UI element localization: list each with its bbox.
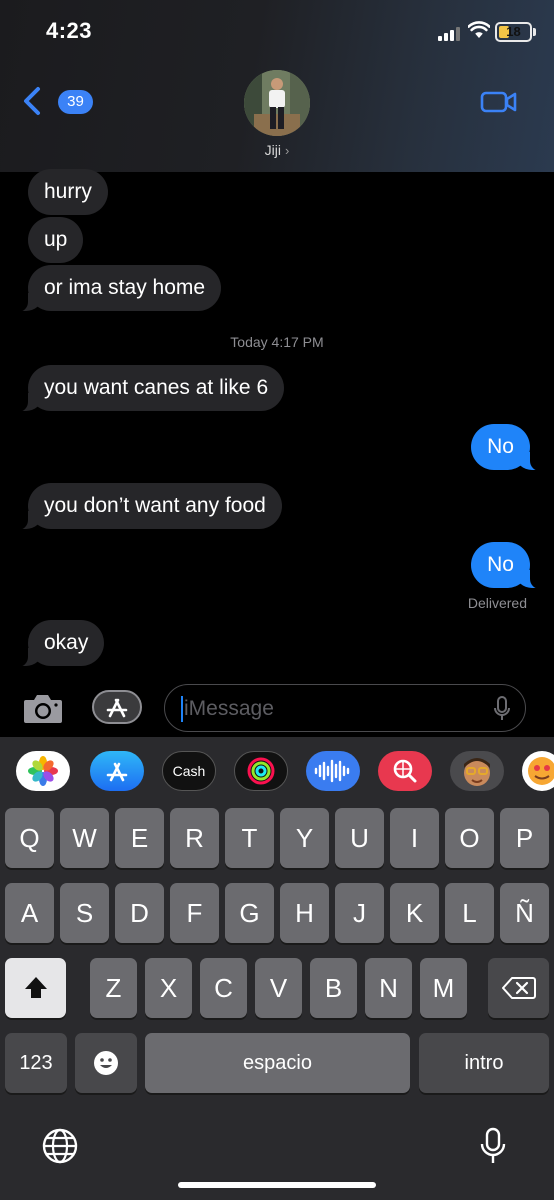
unread-count-badge: 39 bbox=[58, 90, 93, 114]
emoji-stickers-icon[interactable] bbox=[522, 751, 554, 791]
audio-message-icon[interactable] bbox=[306, 751, 360, 791]
imessage-input[interactable]: iMessage bbox=[164, 684, 526, 732]
key-a[interactable]: A bbox=[5, 883, 54, 943]
numbers-key[interactable]: 123 bbox=[5, 1033, 67, 1093]
app-store-icon[interactable] bbox=[90, 751, 144, 791]
key-q[interactable]: Q bbox=[5, 808, 54, 868]
key-v[interactable]: V bbox=[255, 958, 302, 1018]
key-n[interactable]: N bbox=[365, 958, 412, 1018]
message-text: hurry bbox=[44, 180, 92, 203]
message-text: you want canes at like 6 bbox=[44, 376, 269, 399]
shift-key[interactable] bbox=[5, 958, 66, 1018]
dictation-mic-icon[interactable] bbox=[493, 696, 511, 722]
message-bubble-incoming[interactable]: okay bbox=[13, 620, 105, 667]
backspace-icon bbox=[501, 977, 536, 999]
key-s[interactable]: S bbox=[60, 883, 109, 943]
photos-flower-icon bbox=[28, 756, 58, 786]
activity-rings-icon bbox=[247, 757, 275, 785]
delivered-status: Delivered bbox=[467, 595, 527, 611]
message-bubble-incoming[interactable]: or ima stay home bbox=[13, 265, 222, 312]
memoji-icon[interactable] bbox=[450, 751, 504, 791]
delete-key[interactable] bbox=[488, 958, 549, 1018]
keyboard: Cash Q W E R T Y U I O P A S D F G H J K… bbox=[0, 737, 554, 1200]
key-j[interactable]: J bbox=[335, 883, 384, 943]
message-text: okay bbox=[44, 631, 89, 654]
activity-icon[interactable] bbox=[234, 751, 288, 791]
message-text: you don’t want any food bbox=[44, 494, 266, 517]
memoji-face-icon bbox=[464, 758, 490, 786]
message-text: No bbox=[487, 553, 514, 576]
key-h[interactable]: H bbox=[280, 883, 329, 943]
cellular-signal-icon bbox=[438, 25, 462, 41]
key-u[interactable]: U bbox=[335, 808, 384, 868]
key-i[interactable]: I bbox=[390, 808, 439, 868]
back-button[interactable]: 39 bbox=[18, 84, 93, 120]
wifi-icon bbox=[468, 21, 490, 38]
emoji-face-icon bbox=[528, 757, 554, 785]
globe-search-icon bbox=[393, 759, 417, 783]
app-store-a-glyph bbox=[106, 762, 128, 782]
key-c[interactable]: C bbox=[200, 958, 247, 1018]
return-key[interactable]: intro bbox=[419, 1033, 549, 1093]
key-n-tilde[interactable]: Ñ bbox=[500, 883, 549, 943]
smiley-icon bbox=[94, 1051, 118, 1075]
contact-name-row[interactable]: Jiji › bbox=[0, 142, 554, 158]
key-m[interactable]: M bbox=[420, 958, 467, 1018]
contact-name: Jiji bbox=[264, 142, 281, 158]
key-x[interactable]: X bbox=[145, 958, 192, 1018]
battery-indicator: 18 bbox=[495, 22, 532, 42]
message-text: No bbox=[487, 435, 514, 458]
camera-icon[interactable] bbox=[22, 690, 64, 726]
message-bubble-incoming[interactable]: hurry bbox=[28, 169, 108, 215]
search-images-icon[interactable] bbox=[378, 751, 432, 791]
key-t[interactable]: T bbox=[225, 808, 274, 868]
message-bubble-outgoing[interactable]: No bbox=[471, 424, 544, 471]
dictation-mic-icon[interactable] bbox=[480, 1127, 506, 1165]
message-bubble-incoming[interactable]: you don’t want any food bbox=[14, 483, 282, 530]
message-bubble-outgoing[interactable]: No bbox=[471, 542, 544, 589]
facetime-video-icon[interactable] bbox=[480, 88, 518, 116]
input-placeholder: iMessage bbox=[184, 697, 274, 720]
conversation-header: 4:23 18 39 Jiji › bbox=[0, 0, 554, 172]
chevron-left-icon bbox=[24, 87, 40, 115]
contact-photo bbox=[244, 70, 310, 136]
contact-avatar[interactable] bbox=[244, 70, 310, 136]
message-text: up bbox=[44, 228, 68, 251]
status-time: 4:23 bbox=[46, 18, 93, 43]
key-w[interactable]: W bbox=[60, 808, 109, 868]
key-g[interactable]: G bbox=[225, 883, 274, 943]
key-e[interactable]: E bbox=[115, 808, 164, 868]
message-bubble-incoming[interactable]: up bbox=[28, 217, 84, 263]
chevron-right-icon: › bbox=[285, 143, 290, 158]
waveform-icon bbox=[314, 759, 350, 783]
key-o[interactable]: O bbox=[445, 808, 494, 868]
key-d[interactable]: D bbox=[115, 883, 164, 943]
key-y[interactable]: Y bbox=[280, 808, 329, 868]
key-r[interactable]: R bbox=[170, 808, 219, 868]
message-text: or ima stay home bbox=[44, 276, 206, 299]
photos-app-icon[interactable] bbox=[16, 751, 70, 791]
key-p[interactable]: P bbox=[500, 808, 549, 868]
key-b[interactable]: B bbox=[310, 958, 357, 1018]
key-k[interactable]: K bbox=[390, 883, 439, 943]
text-cursor bbox=[181, 696, 183, 722]
key-z[interactable]: Z bbox=[90, 958, 137, 1018]
app-store-a-icon bbox=[106, 698, 128, 718]
app-store-button[interactable] bbox=[92, 690, 142, 724]
message-timestamp: Today 4:17 PM bbox=[230, 334, 324, 350]
space-key[interactable]: espacio bbox=[145, 1033, 410, 1093]
home-indicator[interactable] bbox=[178, 1182, 376, 1188]
key-f[interactable]: F bbox=[170, 883, 219, 943]
apple-cash-icon[interactable]: Cash bbox=[162, 751, 216, 791]
battery-percentage: 18 bbox=[506, 24, 521, 39]
shift-arrow-icon bbox=[24, 977, 47, 998]
message-bubble-incoming[interactable]: you want canes at like 6 bbox=[13, 365, 285, 412]
apple-cash-label: Cash bbox=[172, 763, 206, 779]
globe-icon[interactable] bbox=[41, 1127, 79, 1165]
battery-nub bbox=[533, 28, 536, 36]
key-l[interactable]: L bbox=[445, 883, 494, 943]
emoji-key[interactable] bbox=[75, 1033, 137, 1093]
